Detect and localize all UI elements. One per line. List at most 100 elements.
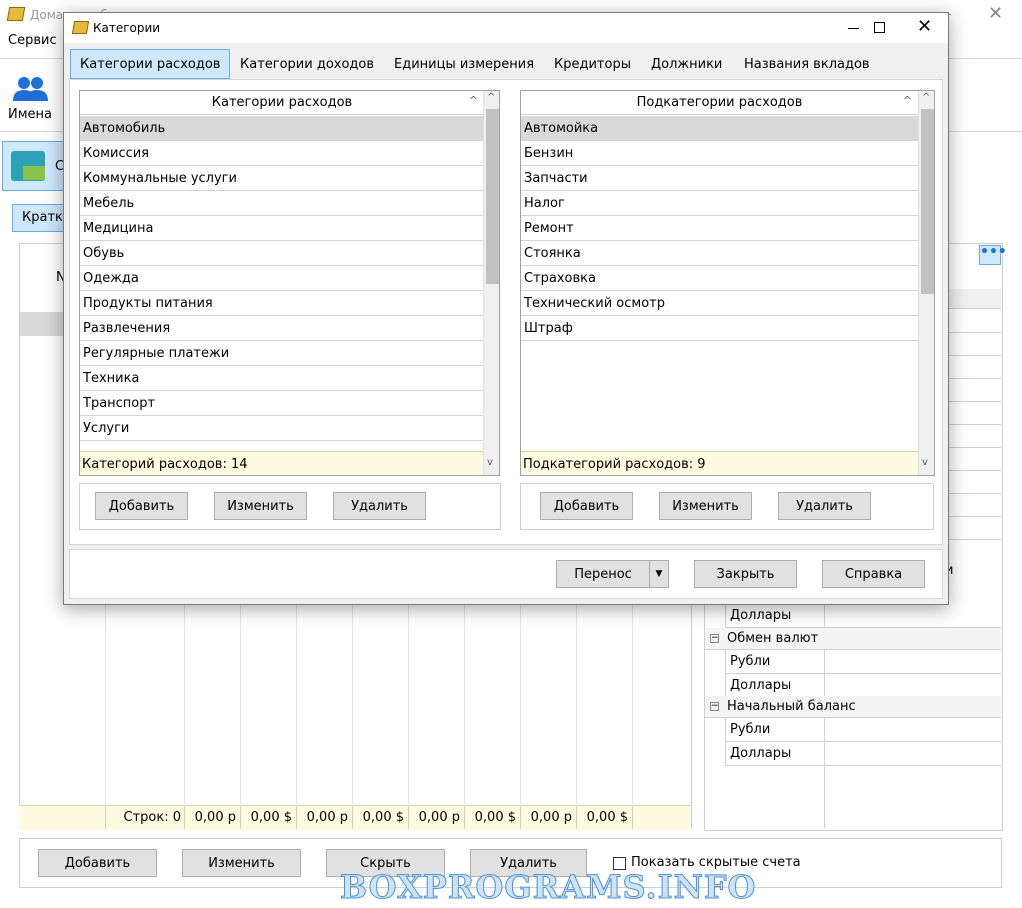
tree-value [824,604,1001,628]
help-button[interactable]: Справка [822,560,925,588]
close-button[interactable]: Закрыть [694,560,797,588]
edit-subcategory-button[interactable]: Изменить [659,492,752,520]
grid-divider [184,600,185,804]
add-category-button[interactable]: Добавить [95,492,188,520]
totals-cell: 0,00 $ [240,806,296,829]
list-header[interactable]: Категории расходов ^ [80,91,484,115]
dialog-title: Категории [93,21,161,35]
collapse-icon[interactable]: − [710,634,719,643]
main-close-icon[interactable]: ✕ [988,3,1003,24]
list-item[interactable]: Обувь [80,241,484,266]
add-account-button[interactable]: Добавить [38,849,157,877]
delete-category-button[interactable]: Удалить [333,492,426,520]
list-item[interactable]: Мебель [80,191,484,216]
more-options-icon[interactable]: ••• [979,245,1007,265]
sort-asc-icon: ^ [468,94,478,107]
tab-expense-categories[interactable]: Категории расходов [70,49,231,79]
sort-asc-icon: ^ [902,94,912,107]
people-icon [13,77,48,101]
grid-divider [105,600,106,804]
list-item[interactable]: Стоянка [521,241,918,266]
totals-cell: 0,00 $ [352,806,408,829]
list-item[interactable]: Коммунальные услуги [80,166,484,191]
list-item[interactable]: Запчасти [521,166,918,191]
categories-dialog: Категории ✕ Категории расходов Категории… [63,12,949,605]
close-icon[interactable]: ✕ [917,16,932,37]
grid-divider [352,600,353,804]
tab-units[interactable]: Единицы измерения [385,49,543,79]
expense-subcategories-list[interactable]: Подкатегории расходов ^ Автомойка Бензин… [520,90,935,476]
tab-content: Категории расходов ^ Автомобиль Комиссия… [69,79,943,545]
edit-category-button[interactable]: Изменить [214,492,307,520]
dialog-logo-icon [71,21,90,34]
tree-group-label: Обмен валют [727,631,819,646]
list-header[interactable]: Подкатегории расходов ^ [521,91,918,115]
wallet-card-icon [23,166,45,180]
tree-item-rubles[interactable]: Рубли [725,718,825,742]
names-ribbon-button[interactable]: Имена [4,69,56,129]
tree-value [824,718,1001,742]
grid-divider [576,600,577,804]
add-subcategory-button[interactable]: Добавить [540,492,633,520]
grid-divider [464,600,465,804]
dialog-footer [69,549,943,599]
edit-account-button[interactable]: Изменить [182,849,301,877]
totals-rows-count: Строк: 0 [105,806,185,829]
tree-group-label: Начальный баланс [727,699,856,714]
list-item[interactable]: Автомойка [521,116,918,141]
scroll-down-icon[interactable]: v [922,457,928,468]
scrollbar[interactable]: ^ v [918,91,934,475]
list-item[interactable]: Одежда [80,266,484,291]
list-item[interactable]: Технический осмотр [521,291,918,316]
tree-item-dollars[interactable]: Доллары [725,604,825,628]
list-item[interactable]: Ремонт [521,216,918,241]
transfer-button[interactable]: Перенос [556,560,649,588]
totals-cell: 0,00 р [296,806,352,829]
tree-item-dollars[interactable]: Доллары [725,742,825,766]
scroll-thumb[interactable] [486,109,499,284]
scroll-up-icon[interactable]: ^ [922,92,930,103]
list-item[interactable]: Техника [80,366,484,391]
grid-divider [296,600,297,804]
tab-income-categories[interactable]: Категории доходов [231,49,383,79]
delete-subcategory-button[interactable]: Удалить [778,492,871,520]
tree-item-rubles[interactable]: Рубли [725,650,825,674]
scroll-down-icon[interactable]: v [487,457,493,468]
collapse-icon[interactable]: − [710,702,719,711]
totals-cell: 0,00 р [184,806,240,829]
menu-item-service[interactable]: Сервис [8,33,57,48]
list-item[interactable]: Регулярные платежи [80,341,484,366]
list-item[interactable]: Развлечения [80,316,484,341]
list-item[interactable]: Штраф [521,316,918,341]
list-item[interactable]: Транспорт [80,391,484,416]
list-item[interactable]: Комиссия [80,141,484,166]
list-item[interactable]: Услуги [80,416,484,441]
tab-creditors[interactable]: Кредиторы [545,49,640,79]
totals-cell: 0,00 р [520,806,576,829]
transfer-dropdown[interactable]: ▼ [649,560,669,588]
list-item[interactable]: Медицина [80,216,484,241]
list-item[interactable]: Страховка [521,266,918,291]
scroll-up-icon[interactable]: ^ [487,92,495,103]
tab-deposit-names[interactable]: Названия вкладов [735,49,879,79]
minimize-icon[interactable] [848,28,859,29]
scrollbar[interactable]: ^ v [483,91,499,475]
list-item[interactable]: Бензин [521,141,918,166]
scroll-thumb[interactable] [921,109,934,294]
accounts-section-button[interactable]: С [2,141,66,191]
totals-cell-empty [632,806,692,829]
list-header-label: Категории расходов [211,95,353,110]
tree-group-initial-balance[interactable]: − Начальный баланс [705,696,1001,718]
watermark-text: BOXPROGRAMS.INFO [340,868,757,907]
expense-categories-list[interactable]: Категории расходов ^ Автомобиль Комиссия… [79,90,500,476]
tree-vline [824,766,825,828]
list-status: Категорий расходов: 14 [80,451,484,475]
maximize-icon[interactable] [874,22,885,33]
list-item[interactable]: Автомобиль [80,116,484,141]
list-item[interactable]: Налог [521,191,918,216]
tab-debtors[interactable]: Должники [642,49,731,79]
tree-group-exchange[interactable]: − Обмен валют [705,628,1001,650]
list-item[interactable]: Продукты питания [80,291,484,316]
grid-divider [408,600,409,804]
tree-item-dollars[interactable]: Доллары [725,674,825,698]
